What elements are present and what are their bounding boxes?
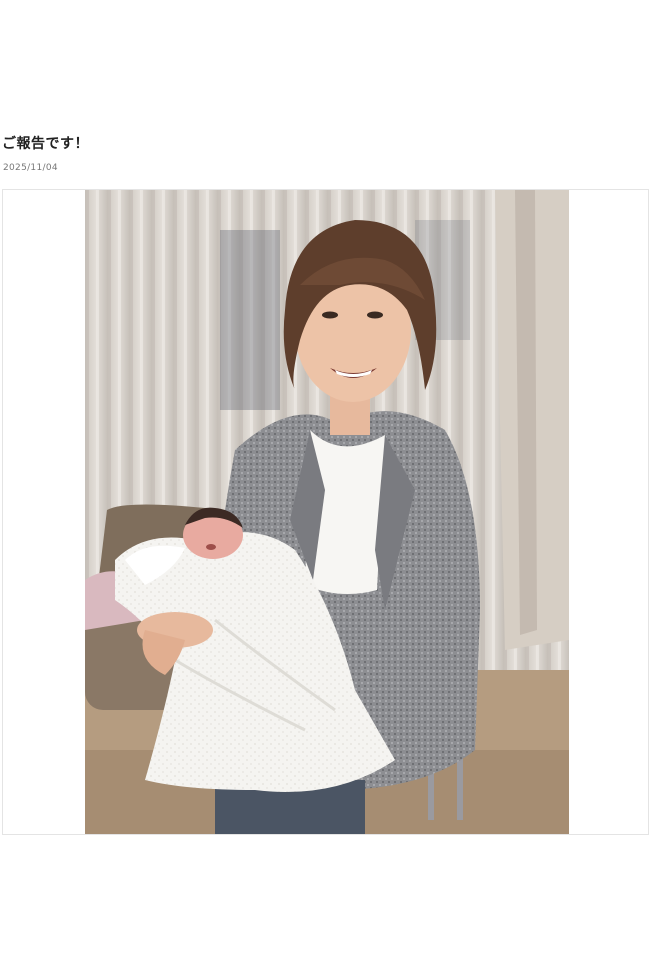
post-photo[interactable] <box>85 190 569 834</box>
post-title: ご報告です！ <box>2 136 89 152</box>
post-date: 2025/11/04 <box>3 163 58 173</box>
